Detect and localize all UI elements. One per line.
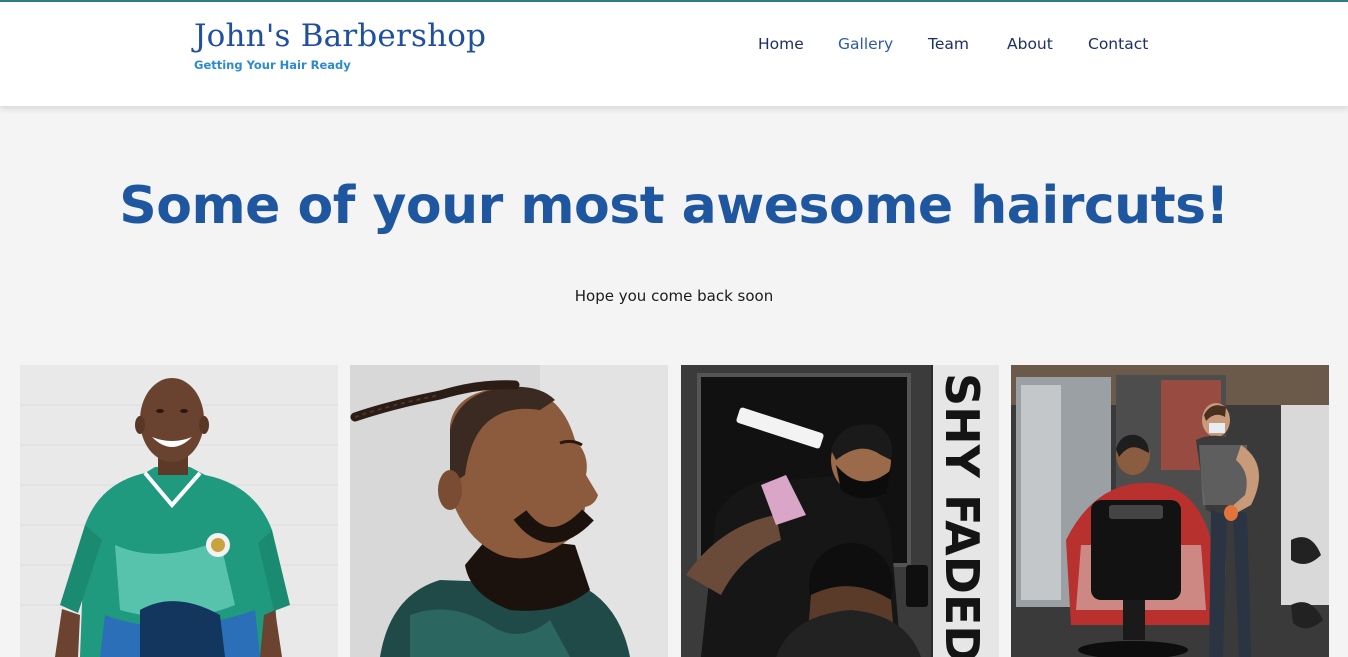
- shy-faded-sign-text: SHY FADED: [935, 373, 989, 657]
- photo-4-image: [1011, 365, 1329, 657]
- brand-title[interactable]: John's Barbershop: [194, 18, 486, 54]
- photo-1-image: [20, 365, 338, 657]
- barber-cutting-hair-shy-faded-photo[interactable]: SHY FADED: [681, 365, 999, 657]
- nav-home[interactable]: Home: [758, 35, 804, 53]
- brand-tagline: Getting Your Hair Ready: [194, 58, 351, 72]
- gallery-grid: SHY FADED: [0, 365, 1348, 657]
- barber-chair-shop-interior-photo[interactable]: [1011, 365, 1329, 657]
- smiling-man-green-jersey-photo[interactable]: [20, 365, 338, 657]
- photo-3-image: SHY FADED: [681, 365, 999, 657]
- man-braided-top-profile-photo[interactable]: [350, 365, 668, 657]
- page-subtitle: Hope you come back soon: [574, 287, 774, 305]
- nav-contact[interactable]: Contact: [1088, 35, 1148, 53]
- nav-team[interactable]: Team: [928, 35, 969, 53]
- nav-about[interactable]: About: [1007, 35, 1053, 53]
- photo-2-image: [350, 365, 668, 657]
- brand[interactable]: John's Barbershop Getting Your Hair Read…: [194, 18, 486, 72]
- page-title: Some of your most awesome haircuts!: [119, 176, 1229, 236]
- site-header: John's Barbershop Getting Your Hair Read…: [0, 2, 1348, 106]
- nav-gallery[interactable]: Gallery: [838, 35, 893, 53]
